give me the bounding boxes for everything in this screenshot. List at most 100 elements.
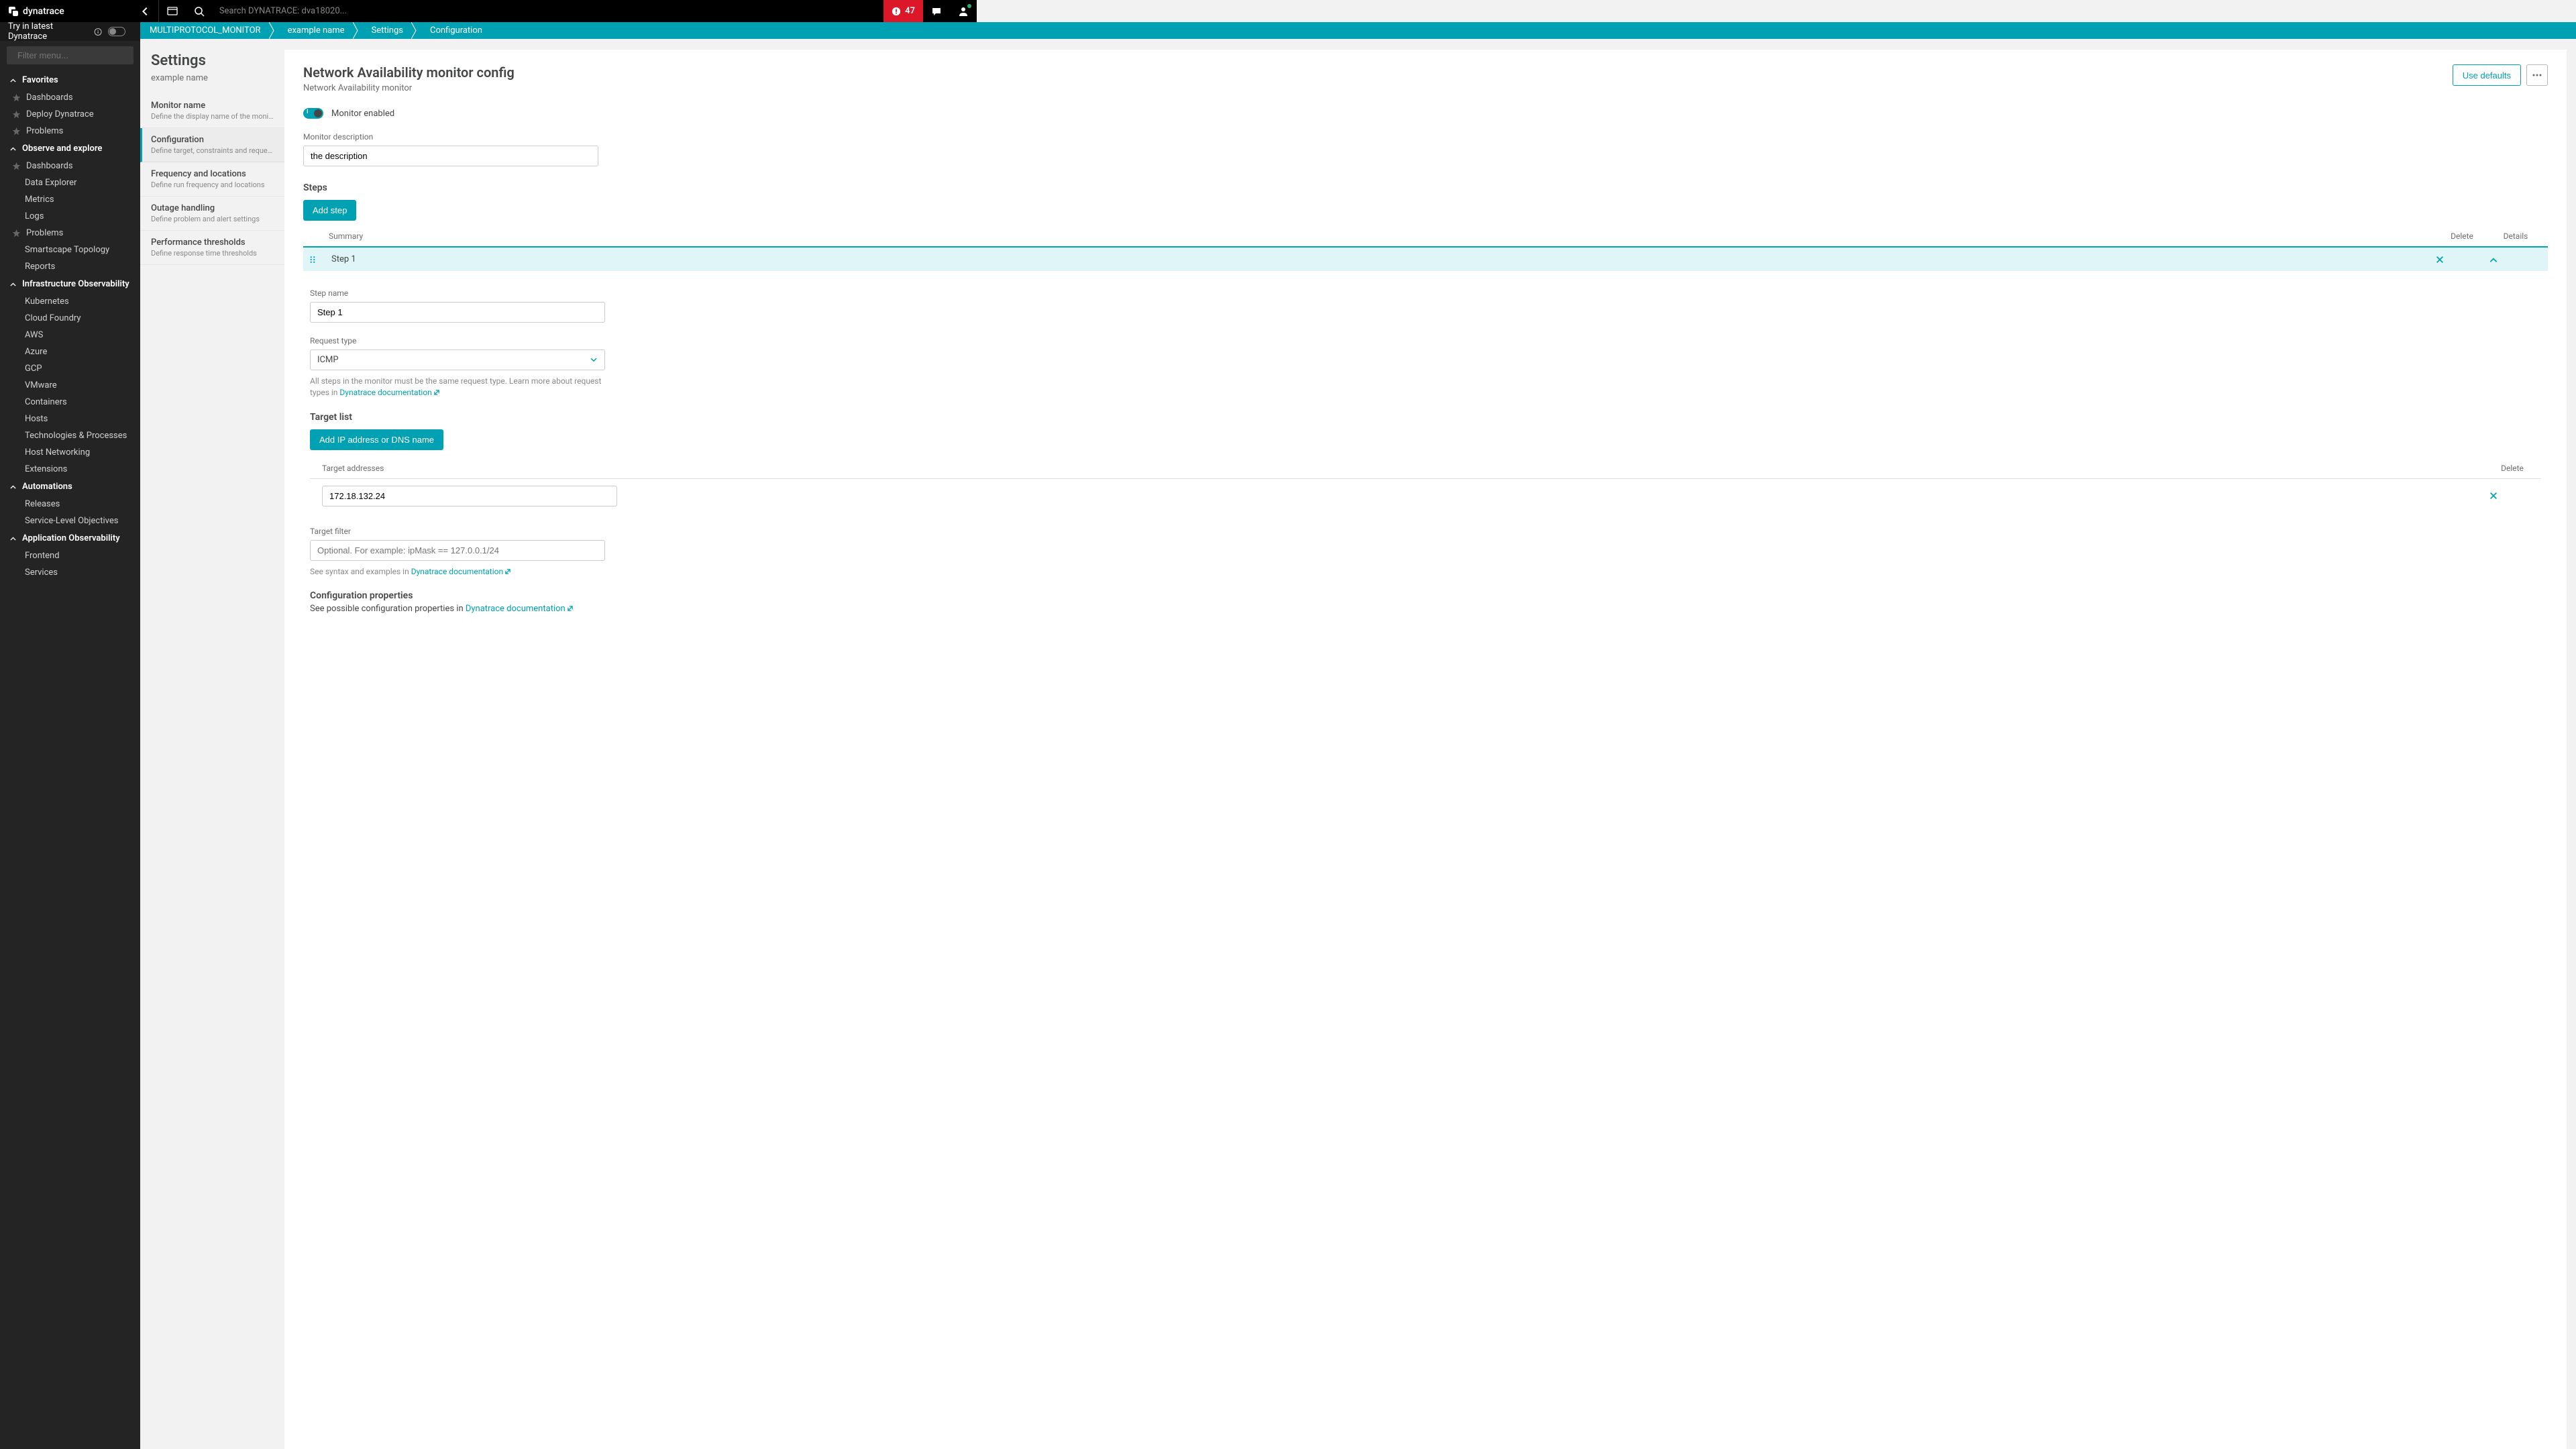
- request-type-helper: All steps in the monitor must be the sam…: [310, 376, 605, 398]
- dashboard-icon-button[interactable]: [159, 0, 186, 22]
- try-latest-toggle[interactable]: [108, 27, 125, 36]
- step-delete-button[interactable]: [2435, 255, 2489, 264]
- nav-item-problems-2[interactable]: Problems: [0, 225, 140, 241]
- external-link-icon: [567, 605, 574, 612]
- target-address-input[interactable]: [322, 486, 617, 506]
- step-name-label: Step name: [310, 288, 2541, 298]
- docs-link-target-filter[interactable]: Dynatrace documentation: [411, 567, 511, 576]
- breadcrumb-item-0[interactable]: MULTIPROTOCOL_MONITOR: [140, 22, 269, 39]
- monitor-description-input[interactable]: [303, 146, 598, 166]
- nav-item-deploy[interactable]: Deploy Dynatrace: [0, 106, 140, 123]
- col-header-target-del: Delete: [2489, 464, 2536, 473]
- nav-item-host-net[interactable]: Host Networking: [0, 444, 140, 461]
- more-actions-button[interactable]: [2526, 64, 2548, 86]
- nav-item-frontend[interactable]: Frontend: [0, 547, 140, 564]
- add-step-button[interactable]: Add step: [303, 200, 356, 221]
- nav-item-vmware[interactable]: VMware: [0, 377, 140, 394]
- nav-item-azure[interactable]: Azure: [0, 343, 140, 360]
- docs-link-request-type[interactable]: Dynatrace documentation: [339, 388, 439, 397]
- use-defaults-button[interactable]: Use defaults: [2453, 64, 2521, 86]
- info-icon[interactable]: [94, 28, 102, 36]
- brand-logo[interactable]: dynatrace: [0, 6, 72, 17]
- nav-item-cloudfoundry[interactable]: Cloud Foundry: [0, 310, 140, 327]
- chevron-up-icon: [9, 280, 17, 288]
- nav-section-observe[interactable]: Observe and explore: [0, 140, 140, 158]
- nav-item-dashboards[interactable]: Dashboards: [0, 89, 140, 106]
- search-input-area[interactable]: Search DYNATRACE: dva18020...: [213, 6, 883, 16]
- nav-item-services[interactable]: Services: [0, 564, 140, 581]
- step-name-input[interactable]: [310, 302, 605, 323]
- nav-item-containers[interactable]: Containers: [0, 394, 140, 411]
- target-filter-input[interactable]: [310, 540, 605, 561]
- star-icon: [12, 110, 21, 119]
- nav-item-dashboards-2[interactable]: Dashboards: [0, 158, 140, 174]
- brand-glyph-icon: [8, 6, 19, 17]
- nav-item-smartscape[interactable]: Smartscape Topology: [0, 241, 140, 258]
- settings-tab-monitor-name[interactable]: Monitor name Define the display name of …: [140, 94, 284, 128]
- nav-item-reports[interactable]: Reports: [0, 258, 140, 275]
- settings-tab-outage[interactable]: Outage handling Define problem and alert…: [140, 197, 284, 231]
- target-delete-button[interactable]: [2489, 491, 2536, 500]
- nav-item-problems[interactable]: Problems: [0, 123, 140, 140]
- nav-item-data-explorer[interactable]: Data Explorer: [0, 174, 140, 191]
- nav-item-kubernetes[interactable]: Kubernetes: [0, 293, 140, 310]
- user-menu-button[interactable]: [950, 0, 977, 22]
- nav-item-extensions[interactable]: Extensions: [0, 461, 140, 478]
- settings-tab-thresholds[interactable]: Performance thresholds Define response t…: [140, 231, 284, 265]
- nav-item-aws[interactable]: AWS: [0, 327, 140, 343]
- nav-item-metrics[interactable]: Metrics: [0, 191, 140, 208]
- brand-name: dynatrace: [23, 6, 64, 17]
- breadcrumb-item-1[interactable]: example name: [274, 22, 353, 39]
- col-header-details: Details: [2489, 231, 2542, 241]
- nav-item-logs[interactable]: Logs: [0, 208, 140, 225]
- request-type-label: Request type: [310, 336, 2541, 345]
- drag-handle[interactable]: [309, 256, 329, 264]
- chat-button[interactable]: [923, 0, 950, 22]
- global-topbar: dynatrace Search DYNATRACE: dva18020... …: [0, 0, 977, 22]
- star-icon: [12, 229, 21, 237]
- user-status-dot: [967, 4, 971, 8]
- request-type-select[interactable]: ICMP: [310, 350, 605, 370]
- chevron-up-icon: [9, 535, 17, 542]
- nav-section-app-obs[interactable]: Application Observability: [0, 529, 140, 547]
- drag-handle-icon: [309, 256, 317, 264]
- breadcrumb-item-3[interactable]: Configuration: [417, 22, 490, 39]
- breadcrumb-item-2[interactable]: Settings: [358, 22, 411, 39]
- page-subtitle: Network Availability monitor: [303, 83, 515, 93]
- user-icon: [958, 6, 969, 17]
- alerts-badge[interactable]: 47: [883, 0, 923, 22]
- step-details-toggle[interactable]: [2489, 255, 2542, 264]
- nav-item-slo[interactable]: Service-Level Objectives: [0, 513, 140, 529]
- request-type-value: ICMP: [317, 355, 339, 365]
- external-link-icon: [504, 568, 511, 575]
- nav-section-automations[interactable]: Automations: [0, 478, 140, 496]
- target-filter-label: Target filter: [310, 527, 2541, 536]
- monitor-enabled-toggle[interactable]: [303, 108, 323, 119]
- add-target-button[interactable]: Add IP address or DNS name: [310, 429, 443, 450]
- settings-tab-frequency[interactable]: Frequency and locations Define run frequ…: [140, 162, 284, 197]
- step-detail-panel: Step name Request type ICMP All steps in…: [303, 271, 2548, 614]
- nav-item-tech-proc[interactable]: Technologies & Processes: [0, 427, 140, 444]
- nav-item-hosts[interactable]: Hosts: [0, 411, 140, 427]
- dashboard-icon: [167, 6, 178, 17]
- col-header-delete: Delete: [2435, 231, 2489, 241]
- settings-content: Network Availability monitor config Netw…: [284, 50, 2567, 1449]
- search-icon-button[interactable]: [186, 0, 213, 22]
- more-horizontal-icon: [2532, 70, 2542, 80]
- main-area: Settings example name Monitor name Defin…: [140, 39, 2576, 1449]
- settings-subheading: example name: [140, 73, 284, 94]
- nav-section-infra[interactable]: Infrastructure Observability: [0, 275, 140, 293]
- star-icon: [12, 93, 21, 102]
- settings-tab-configuration[interactable]: Configuration Define target, constraints…: [140, 128, 284, 162]
- try-latest-banner: Try in latest Dynatrace: [0, 22, 140, 41]
- nav-section-favorites[interactable]: Favorites: [0, 71, 140, 89]
- config-props-heading: Configuration properties: [310, 590, 2541, 601]
- back-button[interactable]: [131, 0, 158, 22]
- search-placeholder-text: Search DYNATRACE: dva18020...: [219, 6, 347, 16]
- nav-item-releases[interactable]: Releases: [0, 496, 140, 513]
- nav-item-gcp[interactable]: GCP: [0, 360, 140, 377]
- chevron-up-icon: [9, 76, 17, 84]
- filter-menu-input[interactable]: [7, 46, 133, 64]
- filter-menu-field[interactable]: [17, 50, 136, 60]
- docs-link-config-props[interactable]: Dynatrace documentation: [466, 604, 574, 614]
